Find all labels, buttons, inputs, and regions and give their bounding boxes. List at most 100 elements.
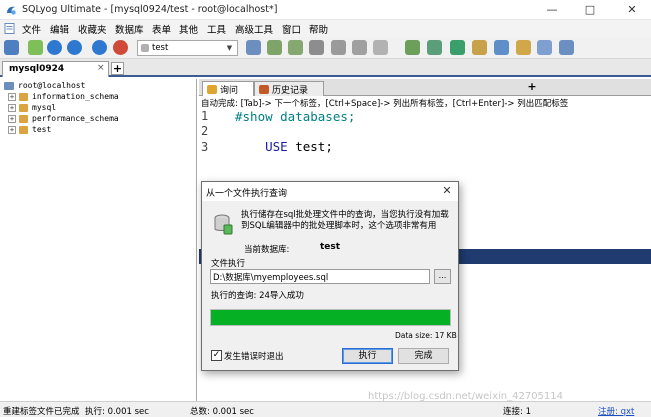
dialog-title: 从一个文件执行查询	[206, 189, 288, 199]
database-select[interactable]: test ▼	[137, 40, 238, 56]
import-status: 执行的查询: 24导入成功	[211, 291, 304, 301]
schema-designer-icon[interactable]	[427, 40, 442, 55]
exit-on-error-checkbox[interactable]: ✓	[211, 350, 222, 361]
tab-query-label: 询问	[220, 86, 239, 96]
tab-history-label: 历史记录	[272, 86, 309, 96]
autocomplete-hint: 自动完成: [Tab]-> 下一个标签，[Ctrl+Space]-> 列出所有标…	[201, 99, 569, 109]
expand-icon[interactable]: +	[8, 93, 16, 101]
query-tabs: 询问 历史记录 +	[199, 79, 651, 96]
autocomplete-hint-bar: 自动完成: [Tab]-> 下一个标签，[Ctrl+Space]-> 列出所有标…	[199, 96, 651, 109]
schema-icon[interactable]	[373, 40, 388, 55]
tab-query[interactable]: 询问	[202, 81, 254, 96]
query-icon	[207, 85, 217, 94]
migration-icon[interactable]	[472, 40, 487, 55]
new-connection-icon[interactable]	[4, 40, 19, 55]
line-number: 1	[201, 109, 209, 123]
menu-tools[interactable]: 工具	[207, 22, 226, 36]
file-execute-label: 文件执行	[211, 259, 246, 269]
toolbar: test ▼	[0, 37, 651, 59]
execute-query-icon[interactable]	[47, 40, 62, 55]
database-icon	[19, 104, 28, 112]
dialog-title-bar: 从一个文件执行查询 ✕	[202, 182, 458, 201]
stop-icon[interactable]	[113, 40, 128, 55]
connection-tab[interactable]: mysql0924 ×	[2, 61, 109, 77]
add-query-tab-button[interactable]: +	[526, 81, 538, 94]
menu-favorites[interactable]: 收藏夹	[78, 22, 107, 36]
new-query-icon[interactable]	[28, 40, 43, 55]
tree-db-label: test	[32, 125, 52, 134]
history-icon	[259, 85, 269, 94]
browse-file-button[interactable]: ...	[434, 269, 451, 284]
database-select-value: test	[152, 43, 169, 53]
minimize-button[interactable]: —	[535, 1, 569, 19]
menu-window[interactable]: 窗口	[282, 22, 301, 36]
progress-fill	[211, 310, 450, 325]
sqlyog-logo-icon	[7, 6, 16, 15]
data-size: Data size: 17 KB	[395, 331, 457, 340]
database-script-icon	[214, 214, 233, 235]
scheduler-icon[interactable]	[494, 40, 509, 55]
backup-icon[interactable]	[309, 40, 324, 55]
watermark: https://blog.csdn.net/weixin_42705114	[368, 391, 564, 402]
menu-help[interactable]: 帮助	[309, 22, 328, 36]
exit-on-error-label: 发生错误时退出	[224, 352, 284, 362]
status-total-time: 总数: 0.001 sec	[190, 407, 254, 417]
monitor-icon[interactable]	[559, 40, 574, 55]
execute-button[interactable]: 执行	[342, 348, 393, 364]
connection-tab-label: mysql0924	[9, 64, 65, 74]
add-connection-button[interactable]: +	[111, 62, 124, 75]
create-table-icon[interactable]	[288, 40, 303, 55]
notifications-icon[interactable]	[516, 40, 531, 55]
database-icon	[19, 126, 28, 134]
query-builder-icon[interactable]	[405, 40, 420, 55]
create-database-icon[interactable]	[267, 40, 282, 55]
menu-bar: 文件 编辑 收藏夹 数据库 表单 其他 工具 高级工具 窗口 帮助	[0, 20, 651, 37]
database-icon	[19, 93, 28, 101]
current-db-label: 当前数据库:	[244, 245, 290, 255]
database-icon	[19, 115, 28, 123]
menu-database[interactable]: 数据库	[115, 22, 144, 36]
close-window-button[interactable]: ✕	[615, 1, 649, 19]
execute-all-icon[interactable]	[67, 40, 82, 55]
status-exec-time: 执行: 0.001 sec	[85, 407, 149, 417]
expand-icon[interactable]: +	[8, 126, 16, 134]
execute-edit-icon[interactable]	[92, 40, 107, 55]
menu-edit[interactable]: 编辑	[50, 22, 69, 36]
expand-icon[interactable]: +	[8, 115, 16, 123]
object-browser: root@localhost + information_schema + my…	[0, 79, 197, 401]
chevron-down-icon[interactable]: ▼	[224, 42, 235, 54]
server-icon	[4, 82, 14, 90]
status-register-link[interactable]: 注册: qxt	[598, 405, 634, 417]
status-message: 重建标签文件已完成	[3, 407, 80, 417]
code-line[interactable]: USE test;	[235, 124, 333, 169]
done-button[interactable]: 完成	[398, 348, 449, 364]
title-bar: SQLyog Ultimate - [mysql0924/test - root…	[0, 0, 651, 20]
maximize-button[interactable]: □	[573, 1, 607, 19]
tab-history[interactable]: 历史记录	[254, 81, 324, 96]
menu-file[interactable]: 文件	[22, 22, 41, 36]
connection-tabs: mysql0924 × +	[0, 59, 651, 77]
dialog-description: 执行储存在sql批处理文件中的查询，当您执行没有加载到SQL编辑器中的批处理脚本…	[241, 210, 449, 231]
import-progress-bar	[210, 309, 451, 326]
menu-advanced-tools[interactable]: 高级工具	[235, 22, 273, 36]
menu-table[interactable]: 表单	[152, 22, 171, 36]
status-bar: 重建标签文件已完成 执行: 0.001 sec 总数: 0.001 sec 连接…	[0, 401, 651, 417]
line-number: 3	[201, 140, 209, 154]
table-data-icon[interactable]	[352, 40, 367, 55]
current-db-value: test	[320, 242, 341, 252]
database-icon	[141, 44, 149, 52]
import-icon[interactable]	[331, 40, 346, 55]
line-number: 2	[201, 124, 209, 138]
tree-db-label: performance_schema	[32, 114, 119, 123]
execute-sql-file-dialog: 从一个文件执行查询 ✕ 执行储存在sql批处理文件中的查询，当您执行没有加载到S…	[201, 181, 459, 371]
sync-icon[interactable]	[450, 40, 465, 55]
dialog-close-button[interactable]: ✕	[438, 183, 456, 199]
profiler-icon[interactable]	[537, 40, 552, 55]
close-tab-icon[interactable]: ×	[97, 63, 105, 73]
tree-root-label: root@localhost	[18, 81, 86, 90]
expand-icon[interactable]: +	[8, 104, 16, 112]
menu-others[interactable]: 其他	[179, 22, 198, 36]
user-manager-icon[interactable]	[246, 40, 261, 55]
file-path-field[interactable]: D:\数据库\myemployees.sql	[210, 269, 430, 284]
code-line-comment[interactable]: #show databases;	[235, 109, 355, 124]
